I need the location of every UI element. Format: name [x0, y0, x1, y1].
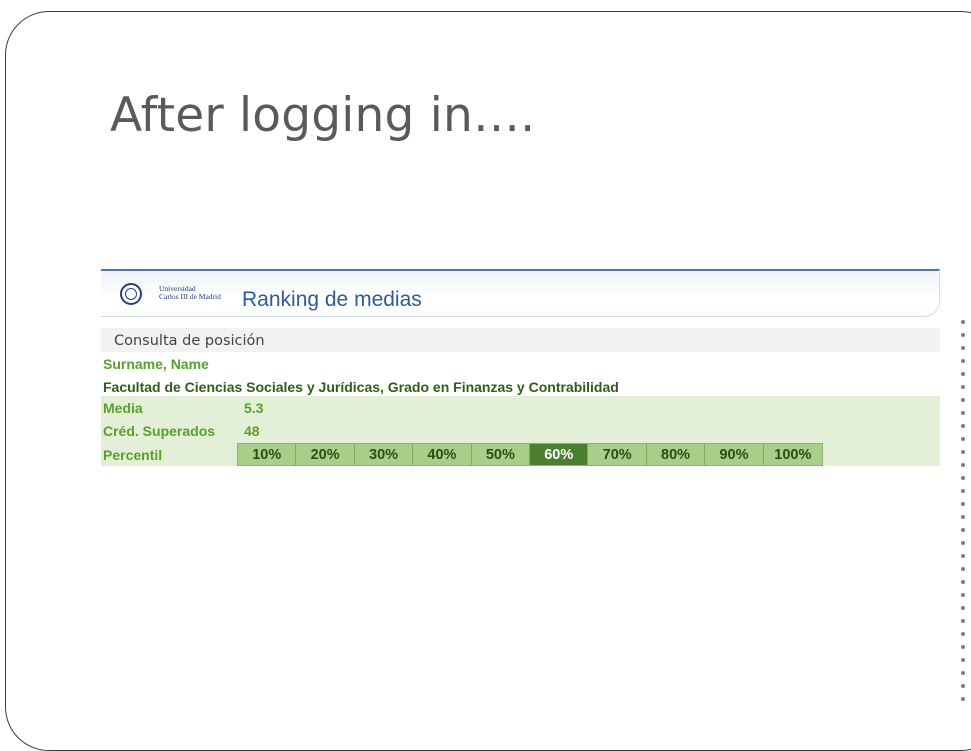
percentil-label: Percentil — [103, 447, 163, 463]
decorative-dots — [961, 320, 967, 720]
logo-line-2: Carlos III de Madrid — [159, 292, 221, 301]
faculty-degree: Facultad de Ciencias Sociales y Jurídica… — [103, 379, 619, 395]
university-logo-text: Universidad Carlos III de Madrid — [159, 285, 221, 301]
app-title: Ranking de medias — [242, 288, 422, 311]
section-label: Consulta de posición — [114, 333, 265, 349]
creditos-label: Créd. Superados — [103, 423, 216, 439]
media-value: 5.3 — [244, 400, 264, 416]
university-seal-icon — [120, 283, 142, 305]
percentile-cell: 60% — [530, 444, 589, 465]
percentile-cell: 20% — [296, 444, 355, 465]
slide-title: After logging in…. — [110, 88, 536, 143]
percentile-cell: 100% — [763, 444, 823, 465]
student-name: Surname, Name — [103, 356, 209, 372]
percentile-cell: 50% — [471, 444, 531, 465]
percentile-strip: 10% 20% 30% 40% 50% 60% 70% 80% 90% 100% — [237, 443, 823, 466]
creditos-value: 48 — [244, 423, 260, 439]
app-header: Universidad Carlos III de Madrid Ranking… — [101, 269, 940, 317]
percentile-cell: 90% — [705, 444, 764, 465]
ranking-app-screenshot: Universidad Carlos III de Madrid Ranking… — [101, 269, 940, 479]
percentile-cell: 80% — [646, 444, 706, 465]
percentile-cell: 70% — [588, 444, 647, 465]
percentile-cell: 40% — [413, 444, 472, 465]
media-label: Media — [103, 400, 143, 416]
section-bar: Consulta de posición — [101, 328, 940, 352]
percentile-cell: 10% — [238, 444, 297, 465]
percentile-cell: 30% — [354, 444, 414, 465]
